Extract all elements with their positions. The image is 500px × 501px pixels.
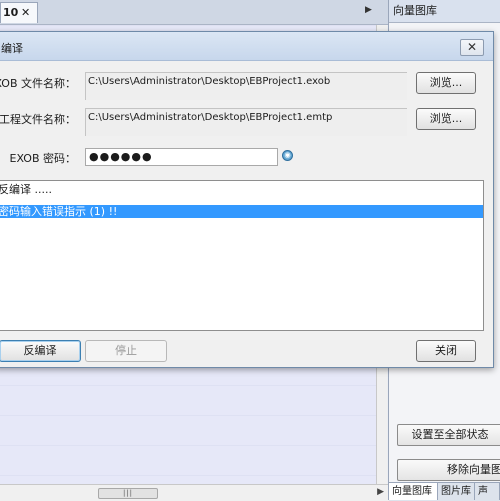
compile-dialog: 编译 ✕ EXOB 文件名称： C:\Users\Administrator\D… [0,31,494,368]
close-button[interactable]: 关闭 [416,340,476,362]
tab-vector-library[interactable]: 向量图库 [389,483,438,500]
password-input[interactable]: ●●●●●● [85,148,278,166]
dialog-title: 编译 [1,42,23,55]
panel-title: 向量图库 [389,0,500,23]
editor-horizontal-scrollbar[interactable]: ||| ▶ [0,484,388,501]
browse-project-button[interactable]: 浏览... [416,108,476,130]
editor-tab-label: 10 [3,6,19,19]
tab-scroll-right-icon[interactable]: ▶ [365,5,372,15]
tab-sound-library[interactable]: 声 [475,483,500,500]
scrollbar-thumb[interactable]: ||| [98,488,158,499]
decompile-button[interactable]: 反编译 [0,340,81,362]
tab-image-library[interactable]: 图片库 [438,483,475,500]
browse-exob-button[interactable]: 浏览... [416,72,476,94]
log-line-selected[interactable]: 密码输入错误指示 (1) !! [0,205,483,218]
editor-tab-bar: 10 ✕ ▶ [0,0,388,25]
set-all-states-button[interactable]: 设置至全部状态 [397,424,500,446]
compile-log[interactable]: 反编译 ..... 密码输入错误指示 (1) !! [0,180,484,331]
close-icon[interactable]: ✕ [21,3,30,23]
show-password-icon[interactable]: ◉ [282,150,293,161]
password-label: EXOB 密码： [9,152,76,165]
exob-path-field: C:\Users\Administrator\Desktop\EBProject… [85,72,407,100]
panel-tab-strip: 向量图库 图片库 声 [389,482,500,501]
editor-tab[interactable]: 10 ✕ [0,2,38,23]
project-path-field: C:\Users\Administrator\Desktop\EBProject… [85,108,407,136]
dialog-close-icon[interactable]: ✕ [460,39,484,56]
exob-file-label: EXOB 文件名称： [0,77,76,90]
project-file-label: 工程文件名称： [0,113,76,126]
dialog-title-bar[interactable]: 编译 ✕ [0,32,493,61]
scroll-right-arrow-icon[interactable]: ▶ [377,487,384,497]
stop-button[interactable]: 停止 [85,340,167,362]
remove-vector-button[interactable]: 移除向量图 [397,459,500,481]
